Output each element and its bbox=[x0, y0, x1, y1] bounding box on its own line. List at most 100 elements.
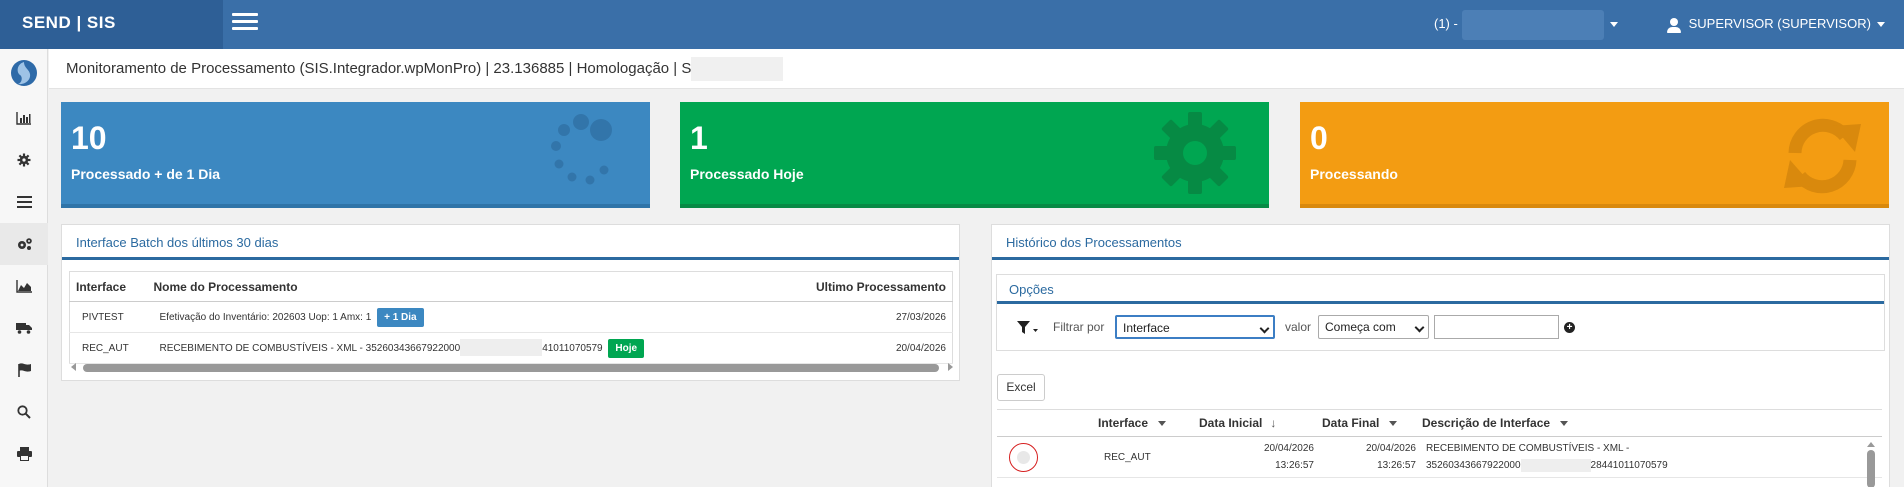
options-title: Opções bbox=[997, 275, 1884, 304]
sort-arrow-down-icon[interactable]: ↓ bbox=[1270, 416, 1276, 430]
column-header-start-date[interactable]: Data Inicial ↓ bbox=[1199, 409, 1322, 437]
column-header-process-name[interactable]: Nome do Processamento bbox=[147, 271, 793, 302]
page-title: Monitoramento de Processamento (SIS.Inte… bbox=[66, 60, 692, 77]
hamburger-menu-icon[interactable] bbox=[232, 13, 258, 35]
cell-interface: REC_AUT bbox=[1098, 436, 1199, 478]
company-selector[interactable]: (1) - bbox=[1434, 0, 1618, 49]
excel-export-button[interactable]: Excel bbox=[997, 374, 1045, 401]
options-panel: Opções Filtrar por Interface valor Começ… bbox=[996, 274, 1885, 351]
chevron-down-icon[interactable] bbox=[1158, 421, 1167, 427]
column-header-last-process[interactable]: Ultimo Processamento bbox=[792, 271, 953, 302]
filter-value-input[interactable] bbox=[1434, 315, 1559, 339]
start-time: 13:26:57 bbox=[1275, 460, 1314, 471]
tile-value: 10 bbox=[71, 120, 107, 156]
tile-processing[interactable]: 0 Processando bbox=[1300, 102, 1889, 208]
cell-process-name: RECEBIMENTO DE COMBUSTÍVEIS - XML - 3526… bbox=[147, 332, 793, 364]
chevron-down-icon[interactable] bbox=[1389, 421, 1398, 427]
cell-status bbox=[997, 436, 1098, 478]
scroll-up-icon[interactable] bbox=[1867, 442, 1875, 447]
cell-interface: REC_AUT bbox=[69, 332, 148, 364]
vertical-scrollbar[interactable] bbox=[1866, 442, 1876, 487]
table-row[interactable]: REC_AUT 20/04/2026 13:26:57 20/04/2026 1… bbox=[997, 436, 1882, 478]
table-row[interactable]: PIVTEST Efetivação do Inventário: 202603… bbox=[69, 301, 953, 333]
batch-table: Interface Nome do Processamento Ultimo P… bbox=[69, 271, 953, 364]
description-line-1: RECEBIMENTO DE COMBUSTÍVEIS - XML - bbox=[1426, 443, 1630, 454]
sidebar-item-processes[interactable] bbox=[0, 223, 48, 265]
sidebar-item-transport[interactable] bbox=[0, 307, 48, 349]
scrollbar-thumb[interactable] bbox=[1867, 450, 1875, 487]
chevron-down-icon[interactable] bbox=[1560, 421, 1569, 427]
user-label: SUPERVISOR (SUPERVISOR) bbox=[1688, 16, 1871, 31]
operator-select[interactable]: Começa com bbox=[1318, 315, 1429, 339]
tile-label: Processado + de 1 Dia bbox=[71, 166, 221, 182]
operator-value: Começa com bbox=[1325, 320, 1396, 334]
scroll-left-icon[interactable] bbox=[71, 363, 76, 371]
cell-start-date: 20/04/2026 13:26:57 bbox=[1199, 436, 1322, 478]
tile-processed-today[interactable]: 1 Processado Hoje bbox=[680, 102, 1269, 208]
tile-label: Processando bbox=[1310, 166, 1398, 182]
table-row[interactable]: REC_AUT RECEBIMENTO DE COMBUSTÍVEIS - XM… bbox=[69, 332, 953, 364]
tile-processed-over-1-day[interactable]: 10 Processado + de 1 Dia bbox=[61, 102, 650, 208]
chevron-down-icon bbox=[1414, 322, 1425, 333]
sidebar bbox=[0, 49, 48, 487]
truck-icon bbox=[16, 323, 32, 334]
processing-history-panel: Histórico dos Processamentos Opções Filt… bbox=[991, 224, 1890, 487]
refresh-icon bbox=[1784, 118, 1861, 194]
end-date: 20/04/2026 bbox=[1365, 443, 1416, 454]
column-header-interface[interactable]: Interface bbox=[1098, 409, 1199, 437]
status-badge: Hoje bbox=[608, 338, 645, 358]
filter-by-label: Filtrar por bbox=[1053, 320, 1105, 334]
start-date: 20/04/2026 bbox=[1263, 443, 1314, 454]
search-icon bbox=[17, 405, 31, 419]
column-header-description[interactable]: Descrição de Interface bbox=[1422, 409, 1882, 437]
cell-description: RECEBIMENTO DE COMBUSTÍVEIS - XML - 3526… bbox=[1422, 436, 1882, 478]
print-icon bbox=[16, 447, 32, 461]
value-label: valor bbox=[1285, 320, 1312, 334]
brand-logo[interactable]: SEND | SIS bbox=[0, 0, 223, 49]
bar-chart-icon bbox=[16, 112, 31, 125]
cell-process-name: Efetivação do Inventário: 202603 Uop: 1 … bbox=[147, 301, 793, 333]
sidebar-item-print[interactable] bbox=[0, 433, 48, 475]
filter-field-value: Interface bbox=[1123, 321, 1170, 335]
chevron-down-icon bbox=[1876, 22, 1885, 28]
scroll-right-icon[interactable] bbox=[948, 363, 953, 371]
user-icon bbox=[1667, 17, 1681, 33]
redacted-header-text bbox=[691, 57, 784, 82]
filter-dropdown-icon[interactable] bbox=[1017, 320, 1039, 336]
panel-title: Interface Batch dos últimos 30 dias bbox=[62, 225, 959, 260]
panel-title: Histórico dos Processamentos bbox=[992, 225, 1889, 260]
tile-value: 0 bbox=[1310, 120, 1328, 156]
page-title-bar: Monitoramento de Processamento (SIS.Inte… bbox=[49, 49, 1904, 89]
app-logo-icon[interactable] bbox=[0, 49, 48, 97]
list-icon bbox=[16, 196, 32, 208]
cell-interface: PIVTEST bbox=[69, 301, 148, 333]
scrollbar-thumb[interactable] bbox=[83, 364, 939, 372]
sidebar-item-flag[interactable] bbox=[0, 349, 48, 391]
user-menu[interactable]: SUPERVISOR (SUPERVISOR) bbox=[1667, 0, 1885, 49]
cell-last-process: 27/03/2026 bbox=[792, 301, 953, 333]
sidebar-item-search[interactable] bbox=[0, 391, 48, 433]
gear-icon bbox=[17, 153, 31, 167]
column-header-end-date[interactable]: Data Final bbox=[1322, 409, 1422, 437]
description-line-2b: 28441011070579 bbox=[1590, 460, 1668, 471]
cell-last-process: 20/04/2026 bbox=[792, 332, 953, 364]
status-indicator-icon[interactable] bbox=[1009, 442, 1038, 472]
sidebar-item-analytics[interactable] bbox=[0, 265, 48, 307]
spinner-icon bbox=[551, 114, 612, 185]
top-navbar: SEND | SIS (1) - SUPERVISOR (SUPERVISOR) bbox=[0, 0, 1904, 49]
horizontal-scrollbar[interactable] bbox=[69, 361, 953, 373]
chevron-down-icon bbox=[1609, 22, 1618, 28]
column-header-status bbox=[997, 409, 1098, 437]
redacted-text bbox=[460, 339, 543, 357]
sidebar-item-dashboard[interactable] bbox=[0, 97, 48, 139]
add-filter-icon[interactable]: + bbox=[1564, 322, 1575, 333]
gear-icon bbox=[1154, 112, 1236, 194]
process-name-suffix: 41011070579 bbox=[542, 342, 603, 354]
sidebar-item-settings[interactable] bbox=[0, 139, 48, 181]
sidebar-item-list[interactable] bbox=[0, 181, 48, 223]
column-header-interface[interactable]: Interface bbox=[69, 271, 148, 302]
redacted-text bbox=[1520, 458, 1591, 472]
tile-label: Processado Hoje bbox=[690, 166, 804, 182]
process-name-text: RECEBIMENTO DE COMBUSTÍVEIS - XML - 3526… bbox=[159, 342, 461, 354]
filter-field-select[interactable]: Interface bbox=[1115, 315, 1275, 339]
